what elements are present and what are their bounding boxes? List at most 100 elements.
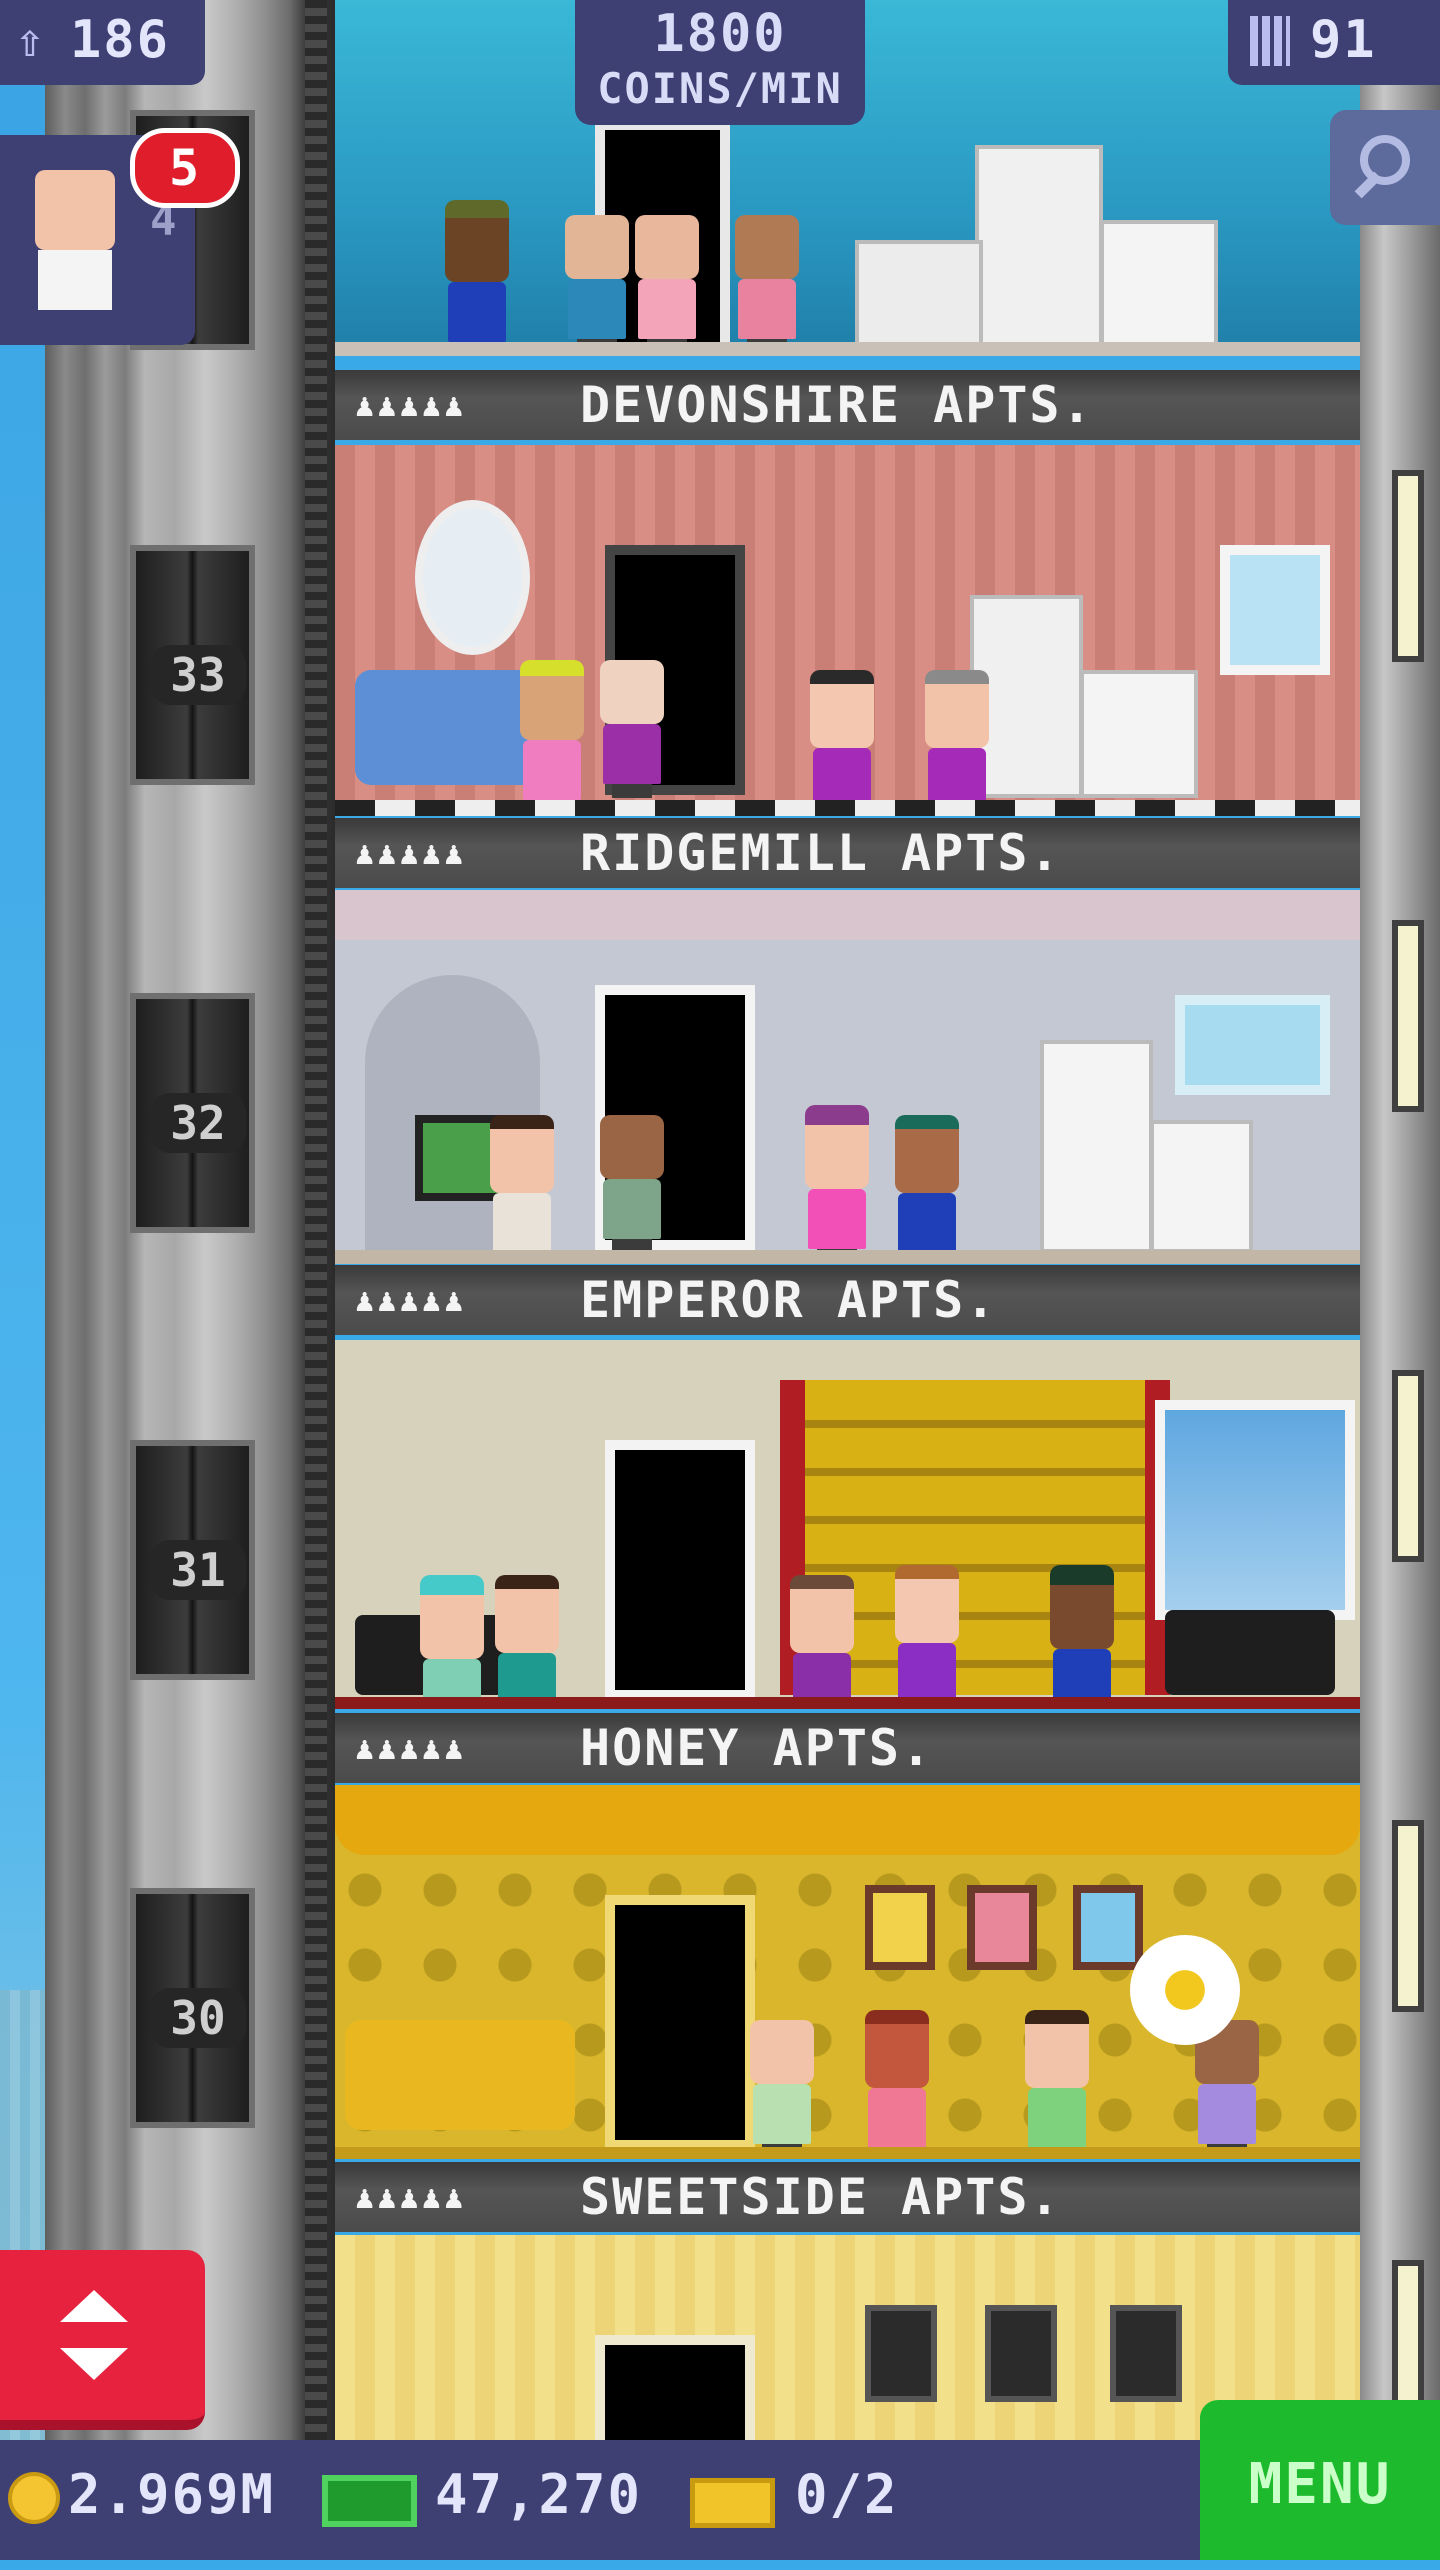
bitizen[interactable] bbox=[805, 1105, 869, 1255]
bee-portrait bbox=[865, 1885, 935, 1970]
bitizen-counter[interactable]: ⇧ 186 bbox=[0, 0, 205, 85]
floor-name-bar[interactable]: ♟♟♟♟♟ RIDGEMILL APTS. bbox=[335, 818, 1360, 888]
floor-strip bbox=[335, 1697, 1360, 1709]
bitizen[interactable] bbox=[600, 1115, 664, 1253]
bitizen-count: 186 bbox=[70, 10, 170, 70]
coins-per-minute-panel: 1800 COINS/MIN bbox=[575, 0, 865, 125]
up-down-arrows-icon bbox=[60, 2348, 128, 2380]
coins-rate-value: 1800 bbox=[653, 4, 787, 64]
bitizen[interactable] bbox=[600, 660, 664, 798]
stove bbox=[1100, 220, 1218, 353]
window-light bbox=[1392, 920, 1424, 1112]
bitizen[interactable] bbox=[810, 670, 874, 805]
elevator-button[interactable] bbox=[0, 2250, 205, 2430]
bitizen[interactable] bbox=[895, 1115, 959, 1255]
bitizen[interactable] bbox=[1050, 1565, 1114, 1700]
stove bbox=[1150, 1120, 1253, 1253]
tower-right-wall bbox=[1360, 0, 1440, 2440]
room-door bbox=[595, 2335, 755, 2440]
floor-strip bbox=[335, 1250, 1360, 1264]
floor-name-bar[interactable]: ♟♟♟♟♟ EMPEROR APTS. bbox=[335, 1265, 1360, 1335]
floor-strip bbox=[335, 342, 1360, 356]
vip-avatar bbox=[35, 170, 115, 250]
vip-avatar-body bbox=[38, 250, 112, 310]
bitizen[interactable] bbox=[565, 215, 629, 353]
window bbox=[1155, 1400, 1355, 1620]
bitizen[interactable] bbox=[635, 215, 699, 353]
building-icon bbox=[1250, 16, 1290, 66]
floor-strip bbox=[335, 800, 1360, 816]
floor-room-honey[interactable] bbox=[335, 1340, 1360, 1700]
floor-name-bar[interactable]: ♟♟♟♟♟ DEVONSHIRE APTS. bbox=[335, 370, 1360, 440]
floor-name: EMPEROR APTS. bbox=[580, 1271, 998, 1329]
zoom-button[interactable] bbox=[1330, 110, 1440, 225]
room-door bbox=[605, 1895, 755, 2150]
honey-drip bbox=[335, 1785, 1360, 1855]
tickets-count: 0/2 bbox=[795, 2463, 899, 2526]
bee-portrait bbox=[967, 1885, 1037, 1970]
person-up-icon: ⇧ bbox=[16, 13, 46, 67]
room-door bbox=[605, 1440, 755, 1700]
coins-amount: 2.969M bbox=[68, 2463, 276, 2526]
bee-portrait bbox=[1073, 1885, 1143, 1970]
armchair bbox=[1165, 1610, 1335, 1695]
window-light bbox=[1392, 1370, 1424, 1562]
floor-name: HONEY APTS. bbox=[580, 1719, 934, 1777]
menu-button[interactable]: MENU bbox=[1200, 2400, 1440, 2560]
window-light bbox=[1392, 470, 1424, 662]
cash-icon bbox=[322, 2475, 417, 2527]
cabinet bbox=[855, 240, 983, 353]
sofa bbox=[345, 2020, 575, 2130]
floor-name-bar[interactable]: ♟♟♟♟♟ SWEETSIDE APTS. bbox=[335, 2162, 1360, 2232]
bitizen[interactable] bbox=[925, 670, 989, 805]
fridge bbox=[1040, 1040, 1153, 1253]
bitizen[interactable] bbox=[495, 1575, 559, 1700]
floor-strip bbox=[335, 2147, 1360, 2159]
window-light bbox=[1392, 1820, 1424, 2012]
bitizen[interactable] bbox=[865, 2010, 929, 2150]
floor-name: DEVONSHIRE APTS. bbox=[580, 376, 1094, 434]
bitizen[interactable] bbox=[490, 1115, 554, 1255]
bux-amount: 47,270 bbox=[435, 2463, 643, 2526]
stove bbox=[1080, 670, 1198, 798]
up-down-arrows-icon bbox=[60, 2290, 128, 2322]
bitizen[interactable] bbox=[1025, 2010, 1089, 2150]
daisy-flower bbox=[1130, 1935, 1240, 2045]
coins-rate-unit: COINS/MIN bbox=[597, 64, 843, 113]
bitizen[interactable] bbox=[735, 215, 799, 353]
floor-rating: ♟♟♟♟♟ bbox=[355, 834, 467, 872]
bitizen[interactable] bbox=[445, 200, 509, 355]
floor-rating: ♟♟♟♟♟ bbox=[355, 2178, 467, 2216]
floor-room-emperor[interactable] bbox=[335, 890, 1360, 1255]
floor-rating: ♟♟♟♟♟ bbox=[355, 386, 467, 424]
elevator-floor-number: 33 bbox=[150, 645, 246, 705]
ticket-icon bbox=[690, 2478, 775, 2528]
floor-rating: ♟♟♟♟♟ bbox=[355, 1281, 467, 1319]
floor-name: RIDGEMILL APTS. bbox=[580, 824, 1062, 882]
notification-badge: 5 bbox=[130, 128, 240, 208]
shaft-rail bbox=[305, 0, 327, 2440]
bitizen[interactable] bbox=[520, 660, 584, 805]
floor-room-ridgemill[interactable] bbox=[335, 445, 1360, 805]
fridge bbox=[975, 145, 1103, 353]
mirror bbox=[415, 500, 530, 655]
elevator-floor-number: 32 bbox=[150, 1093, 246, 1153]
bitizen[interactable] bbox=[750, 2020, 814, 2150]
floor-rating: ♟♟♟♟♟ bbox=[355, 1729, 467, 1767]
bitizen[interactable] bbox=[790, 1575, 854, 1700]
elevator-floor-number: 30 bbox=[150, 1988, 246, 2048]
floor-name-bar[interactable]: ♟♟♟♟♟ HONEY APTS. bbox=[335, 1713, 1360, 1783]
picture-frame bbox=[985, 2305, 1057, 2402]
coin-icon bbox=[8, 2472, 60, 2524]
floor-name: SWEETSIDE APTS. bbox=[580, 2168, 1062, 2226]
elevator-floor-number: 31 bbox=[150, 1540, 246, 1600]
floors-counter[interactable]: 91 bbox=[1228, 0, 1440, 85]
bitizen[interactable] bbox=[420, 1575, 484, 1700]
picture-frame bbox=[1110, 2305, 1182, 2402]
floor-room-sweetside[interactable] bbox=[335, 1785, 1360, 2150]
window bbox=[1175, 995, 1330, 1095]
picture-frame bbox=[865, 2305, 937, 2402]
window bbox=[1220, 545, 1330, 675]
floors-count: 91 bbox=[1310, 10, 1377, 70]
bitizen[interactable] bbox=[895, 1565, 959, 1700]
